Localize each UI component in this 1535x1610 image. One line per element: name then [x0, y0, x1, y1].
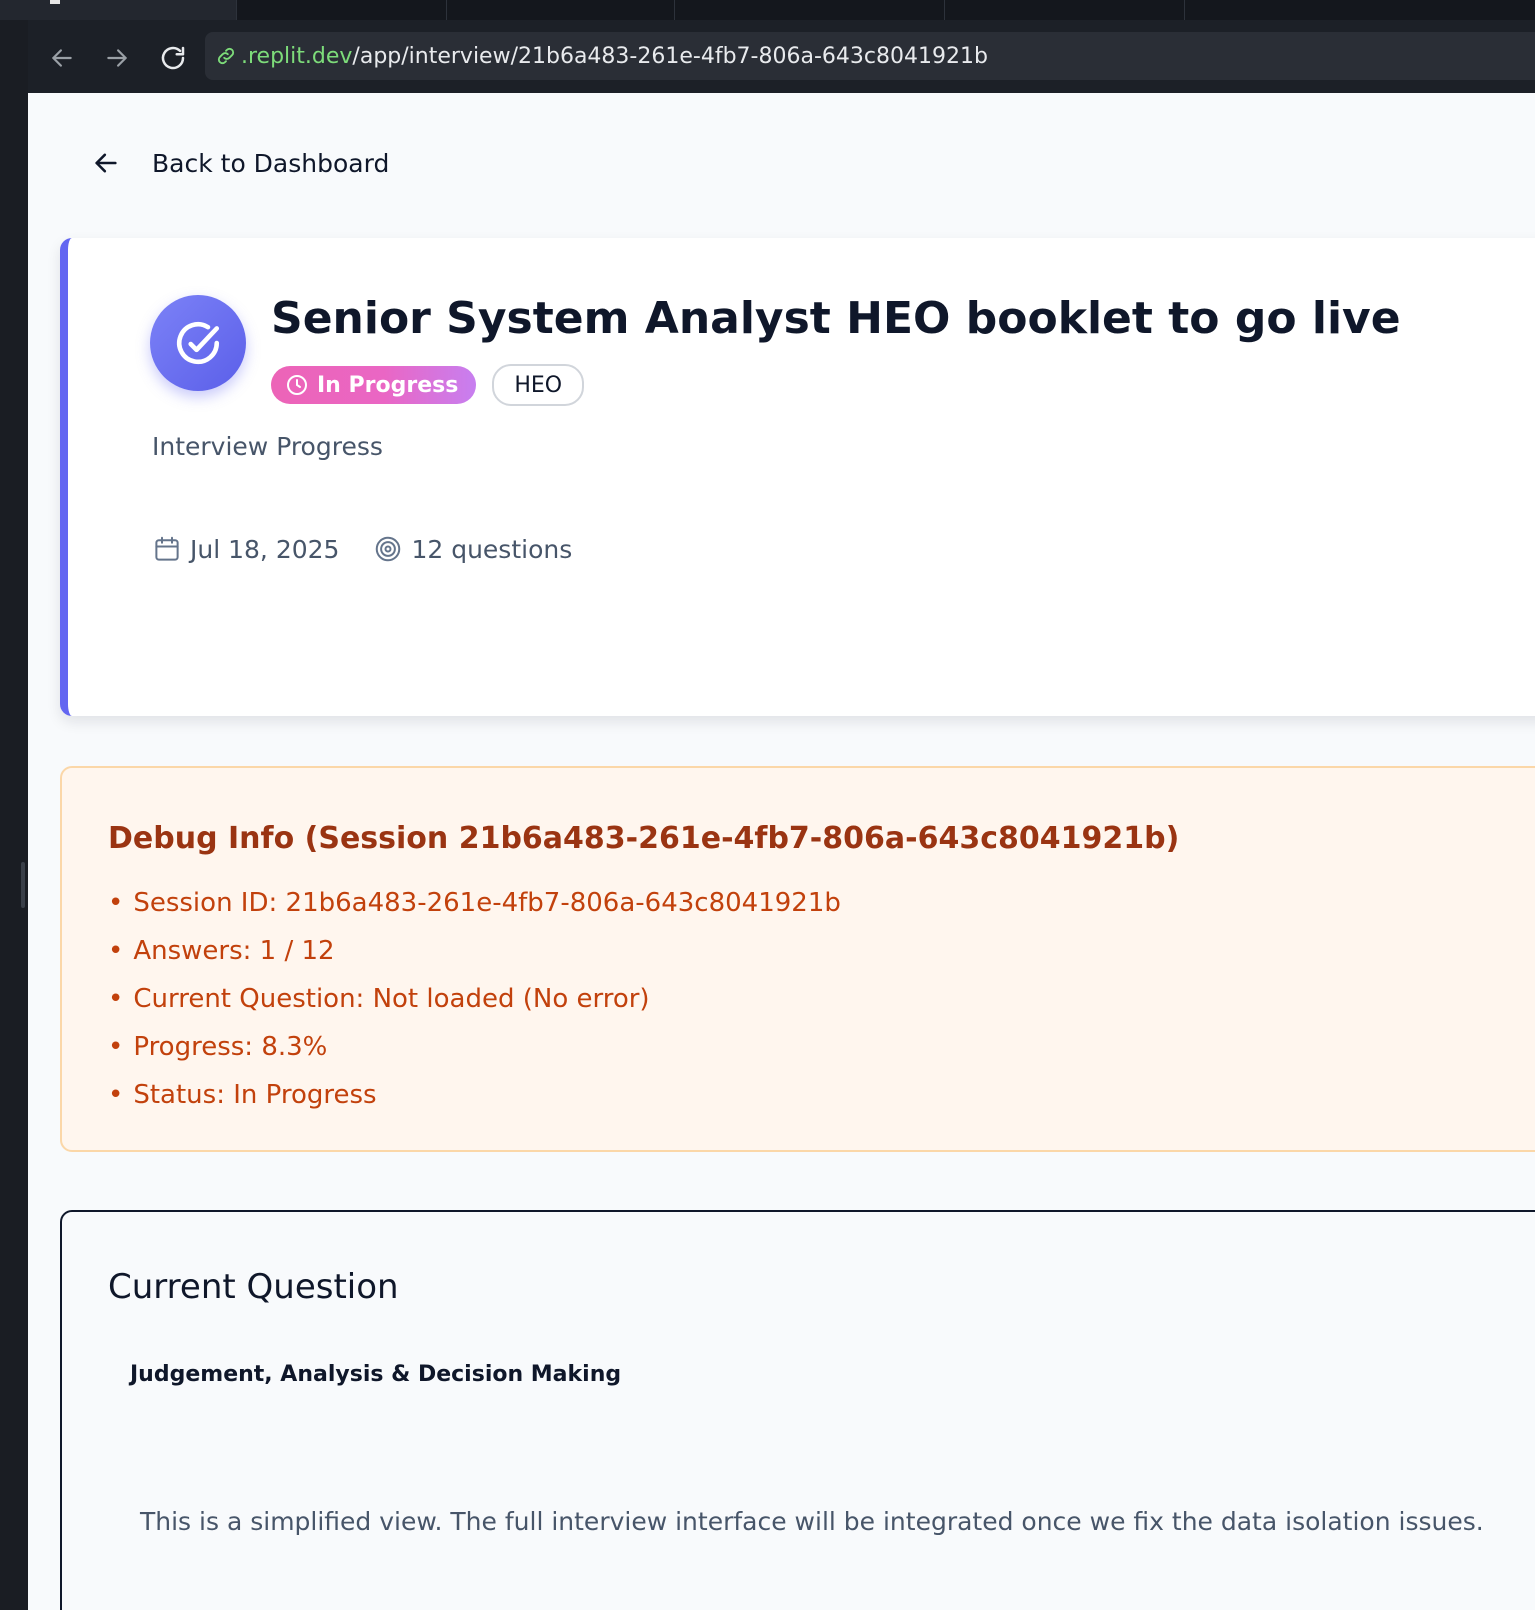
- interview-date: Jul 18, 2025: [190, 534, 340, 564]
- back-link-label: Back to Dashboard: [152, 148, 390, 178]
- tab-favicon: [50, 0, 60, 4]
- target-icon: [373, 534, 403, 564]
- debug-item: • Answers: 1 / 12: [108, 936, 335, 966]
- arrow-left-icon: [52, 49, 72, 67]
- interview-header-card: Senior System Analyst HEO booklet to go …: [60, 238, 1535, 716]
- debug-item-text: Current Question: Not loaded (No error): [133, 984, 650, 1014]
- check-circle-icon: [176, 321, 220, 365]
- browser-tab[interactable]: [674, 0, 945, 20]
- debug-item: • Status: In Progress: [108, 1080, 377, 1110]
- badge-row: In Progress HEO: [271, 364, 585, 406]
- status-badge: In Progress: [271, 366, 477, 404]
- question-count-meta: 12 questions: [373, 534, 572, 564]
- url-path: /app/interview/21b6a483-261e-4fb7-806a-6…: [352, 43, 988, 69]
- browser-tab[interactable]: [236, 0, 447, 20]
- calendar-icon: [152, 534, 182, 564]
- current-question-heading: Current Question: [108, 1267, 399, 1307]
- interview-subtitle: Interview Progress: [152, 432, 383, 461]
- clock-icon: [285, 373, 309, 397]
- arrow-right-icon: [107, 49, 127, 67]
- arrow-left-icon: [92, 148, 122, 178]
- debug-info-card: Debug Info (Session 21b6a483-261e-4fb7-8…: [60, 766, 1535, 1152]
- page-title: Senior System Analyst HEO booklet to go …: [271, 293, 1401, 344]
- interview-meta: Jul 18, 2025 12 questions: [152, 534, 606, 564]
- address-bar[interactable]: .replit.dev/app/interview/21b6a483-261e-…: [205, 32, 1535, 80]
- page-content: Back to Dashboard Senior System Analyst …: [28, 93, 1535, 1610]
- debug-title: Debug Info (Session 21b6a483-261e-4fb7-8…: [108, 821, 1180, 856]
- debug-item-text: Status: In Progress: [133, 1080, 377, 1110]
- simplified-view-note: This is a simplified view. The full inte…: [140, 1507, 1484, 1536]
- browser-reload-button[interactable]: [153, 38, 193, 78]
- back-to-dashboard-link[interactable]: Back to Dashboard: [92, 143, 389, 183]
- question-count: 12 questions: [411, 534, 573, 564]
- debug-item-text: Answers: 1 / 12: [133, 936, 335, 966]
- browser-tab[interactable]: [446, 0, 675, 20]
- current-question-card: Current Question Judgement, Analysis & D…: [60, 1210, 1535, 1610]
- debug-item-text: Session ID: 21b6a483-261e-4fb7-806a-643c…: [133, 888, 841, 918]
- browser-tab[interactable]: [0, 0, 237, 20]
- debug-item: • Current Question: Not loaded (No error): [108, 984, 650, 1014]
- interview-avatar: [150, 295, 246, 391]
- debug-item: • Progress: 8.3%: [108, 1032, 328, 1062]
- reload-icon: [161, 46, 185, 70]
- level-badge: HEO: [492, 364, 585, 406]
- browser-forward-button[interactable]: [97, 38, 137, 78]
- browser-back-button[interactable]: [42, 38, 82, 78]
- link-icon: [213, 43, 239, 69]
- debug-item: • Session ID: 21b6a483-261e-4fb7-806a-643…: [108, 888, 841, 918]
- url-text: .replit.dev/app/interview/21b6a483-261e-…: [241, 44, 988, 69]
- debug-list: • Session ID: 21b6a483-261e-4fb7-806a-643…: [108, 879, 841, 1119]
- status-label: In Progress: [317, 372, 459, 398]
- browser-tab[interactable]: [944, 0, 1185, 20]
- competency-label: Judgement, Analysis & Decision Making: [130, 1362, 622, 1387]
- url-host: .replit.dev: [241, 43, 353, 69]
- date-meta: Jul 18, 2025: [152, 534, 339, 564]
- browser-tab-strip: [0, 0, 1535, 20]
- resize-handle[interactable]: [21, 862, 25, 908]
- debug-item-text: Progress: 8.3%: [133, 1032, 328, 1062]
- left-side-rail: [0, 20, 28, 1610]
